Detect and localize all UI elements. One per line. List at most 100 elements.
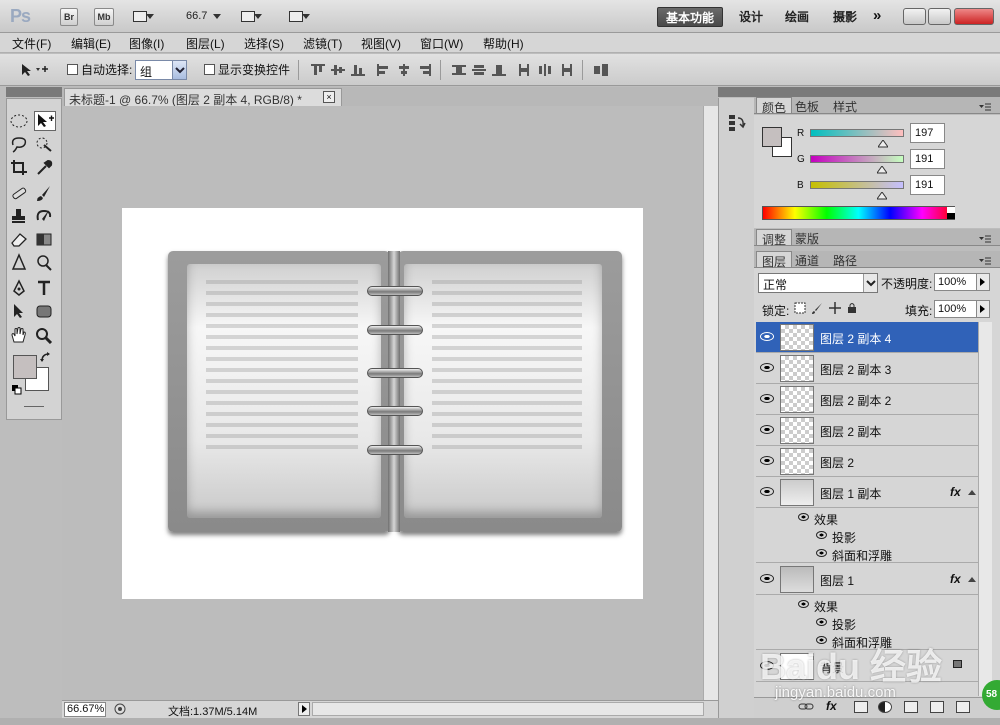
link-layers-icon[interactable] bbox=[798, 700, 814, 717]
arrange-documents-icon[interactable] bbox=[238, 8, 262, 26]
add-mask-icon[interactable] bbox=[854, 701, 868, 713]
toolbox-header[interactable] bbox=[6, 87, 62, 97]
menu-help[interactable]: 帮助(H) bbox=[483, 35, 524, 52]
blue-value-field[interactable]: 191 bbox=[910, 175, 945, 195]
panel-group-header[interactable] bbox=[754, 87, 1000, 97]
blue-slider-handle-icon[interactable] bbox=[876, 189, 888, 203]
layer-row[interactable]: 图层 2 副本 4 bbox=[756, 322, 978, 353]
status-icon[interactable] bbox=[113, 702, 127, 719]
tab-channels[interactable]: 通道 bbox=[790, 251, 824, 268]
eyedropper-tool-icon[interactable] bbox=[34, 158, 56, 178]
chevron-down-icon[interactable] bbox=[863, 274, 877, 292]
clone-stamp-tool-icon[interactable] bbox=[9, 207, 31, 227]
visibility-eye-icon[interactable] bbox=[760, 425, 774, 434]
minimize-button[interactable] bbox=[903, 8, 926, 25]
type-tool-icon[interactable] bbox=[34, 279, 56, 299]
layer-row[interactable]: 图层 2 副本 2 bbox=[756, 384, 978, 415]
expand-effects-icon[interactable] bbox=[968, 573, 976, 587]
blue-slider[interactable] bbox=[810, 181, 904, 189]
menu-layer[interactable]: 图层(L) bbox=[186, 35, 225, 52]
panel-menu-icon[interactable] bbox=[979, 233, 991, 247]
layer-row[interactable]: 图层 2 副本 3 bbox=[756, 353, 978, 384]
layer-effects-icon[interactable]: fx bbox=[950, 572, 961, 586]
zoom-tool-icon[interactable] bbox=[34, 326, 56, 346]
blend-mode-dropdown[interactable]: 正常 bbox=[758, 273, 878, 293]
move-tool-icon[interactable] bbox=[34, 111, 56, 131]
trash-icon[interactable] bbox=[956, 701, 970, 713]
eraser-tool-icon[interactable] bbox=[9, 230, 31, 250]
history-brush-tool-icon[interactable] bbox=[34, 207, 56, 227]
menu-window[interactable]: 窗口(W) bbox=[420, 35, 463, 52]
panel-menu-icon[interactable] bbox=[979, 255, 991, 269]
workspace-essentials[interactable]: 基本功能 bbox=[657, 7, 724, 27]
lasso-tool-icon[interactable] bbox=[9, 135, 31, 155]
workspace-design[interactable]: 设计 bbox=[731, 7, 771, 27]
effects-row[interactable]: 效果 bbox=[756, 596, 978, 614]
close-tab-icon[interactable]: × bbox=[323, 91, 335, 103]
move-tool-preset-icon[interactable] bbox=[20, 62, 52, 81]
tab-layers[interactable]: 图层 bbox=[756, 251, 793, 269]
lock-image-icon[interactable] bbox=[811, 302, 823, 317]
visibility-eye-icon[interactable] bbox=[798, 600, 809, 608]
new-adjustment-layer-icon[interactable] bbox=[878, 701, 892, 713]
dodge-tool-icon[interactable] bbox=[34, 253, 56, 273]
menu-file[interactable]: 文件(F) bbox=[12, 35, 51, 52]
visibility-eye-icon[interactable] bbox=[760, 487, 774, 496]
effect-drop-shadow-row[interactable]: 投影 bbox=[756, 614, 978, 632]
zoom-dropdown-icon[interactable] bbox=[213, 14, 221, 23]
layer-row[interactable]: 图层 2 bbox=[756, 446, 978, 477]
close-window-button[interactable] bbox=[954, 8, 994, 25]
distribute-bottom-icon[interactable] bbox=[492, 64, 506, 76]
new-layer-icon[interactable] bbox=[930, 701, 944, 713]
layer-effects-icon[interactable]: fx bbox=[950, 485, 961, 499]
distribute-vertical-center-icon[interactable] bbox=[472, 64, 486, 76]
foreground-color-swatch[interactable] bbox=[13, 355, 37, 379]
align-left-icon[interactable] bbox=[377, 64, 391, 76]
workspace-photography[interactable]: 摄影 bbox=[825, 7, 865, 27]
new-group-icon[interactable] bbox=[904, 701, 918, 713]
align-horizontal-center-icon[interactable] bbox=[397, 64, 411, 76]
auto-select-checkbox[interactable] bbox=[67, 64, 78, 75]
brush-tool-icon[interactable] bbox=[34, 184, 56, 204]
menu-edit[interactable]: 编辑(E) bbox=[71, 35, 111, 52]
spectrum-black-chip[interactable] bbox=[947, 213, 955, 219]
align-bottom-icon[interactable] bbox=[351, 64, 365, 76]
panel-menu-icon[interactable] bbox=[979, 101, 991, 115]
hand-tool-icon[interactable] bbox=[9, 326, 31, 346]
color-panel-foreground-swatch[interactable] bbox=[762, 127, 782, 147]
zoom-level[interactable]: 66.7 bbox=[186, 10, 207, 22]
blur-tool-icon[interactable] bbox=[9, 253, 31, 273]
lock-all-icon[interactable] bbox=[847, 302, 857, 317]
layer-row[interactable]: 图层 1 副本 fx bbox=[756, 477, 978, 508]
rectangle-tool-icon[interactable] bbox=[34, 302, 56, 322]
document-tab[interactable]: 未标题-1 @ 66.7% (图层 2 副本 4, RGB/8) * bbox=[64, 88, 342, 107]
tab-adjustments[interactable]: 调整 bbox=[756, 229, 793, 247]
fill-arrow-icon[interactable] bbox=[976, 300, 990, 318]
layers-scrollbar[interactable] bbox=[978, 322, 992, 696]
minibridge-button[interactable]: Mb bbox=[94, 8, 114, 26]
screen-mode-icon[interactable] bbox=[286, 8, 310, 26]
color-spectrum-bar[interactable] bbox=[762, 206, 955, 220]
marquee-tool-icon[interactable] bbox=[9, 112, 31, 132]
distribute-left-icon[interactable] bbox=[518, 64, 532, 76]
red-value-field[interactable]: 197 bbox=[910, 123, 945, 143]
menu-image[interactable]: 图像(I) bbox=[129, 35, 164, 52]
crop-tool-icon[interactable] bbox=[9, 158, 31, 178]
workspace-painting[interactable]: 绘画 bbox=[777, 7, 817, 27]
healing-brush-tool-icon[interactable] bbox=[9, 184, 31, 204]
restore-button[interactable] bbox=[928, 8, 951, 25]
tab-masks[interactable]: 蒙版 bbox=[790, 229, 824, 246]
view-extras-icon[interactable] bbox=[130, 8, 154, 26]
visibility-eye-icon[interactable] bbox=[798, 513, 809, 521]
align-vertical-center-icon[interactable] bbox=[331, 64, 345, 76]
visibility-eye-icon[interactable] bbox=[816, 549, 827, 557]
layer-row[interactable]: 图层 1 fx bbox=[756, 564, 978, 595]
add-layer-style-icon[interactable]: fx bbox=[826, 699, 837, 713]
align-right-icon[interactable] bbox=[417, 64, 431, 76]
distribute-top-icon[interactable] bbox=[452, 64, 466, 76]
history-panel-icon[interactable] bbox=[728, 114, 746, 135]
effect-bevel-row[interactable]: 斜面和浮雕 bbox=[756, 545, 978, 563]
tab-swatches[interactable]: 色板 bbox=[790, 97, 824, 114]
visibility-eye-icon[interactable] bbox=[816, 618, 827, 626]
red-slider[interactable] bbox=[810, 129, 904, 137]
